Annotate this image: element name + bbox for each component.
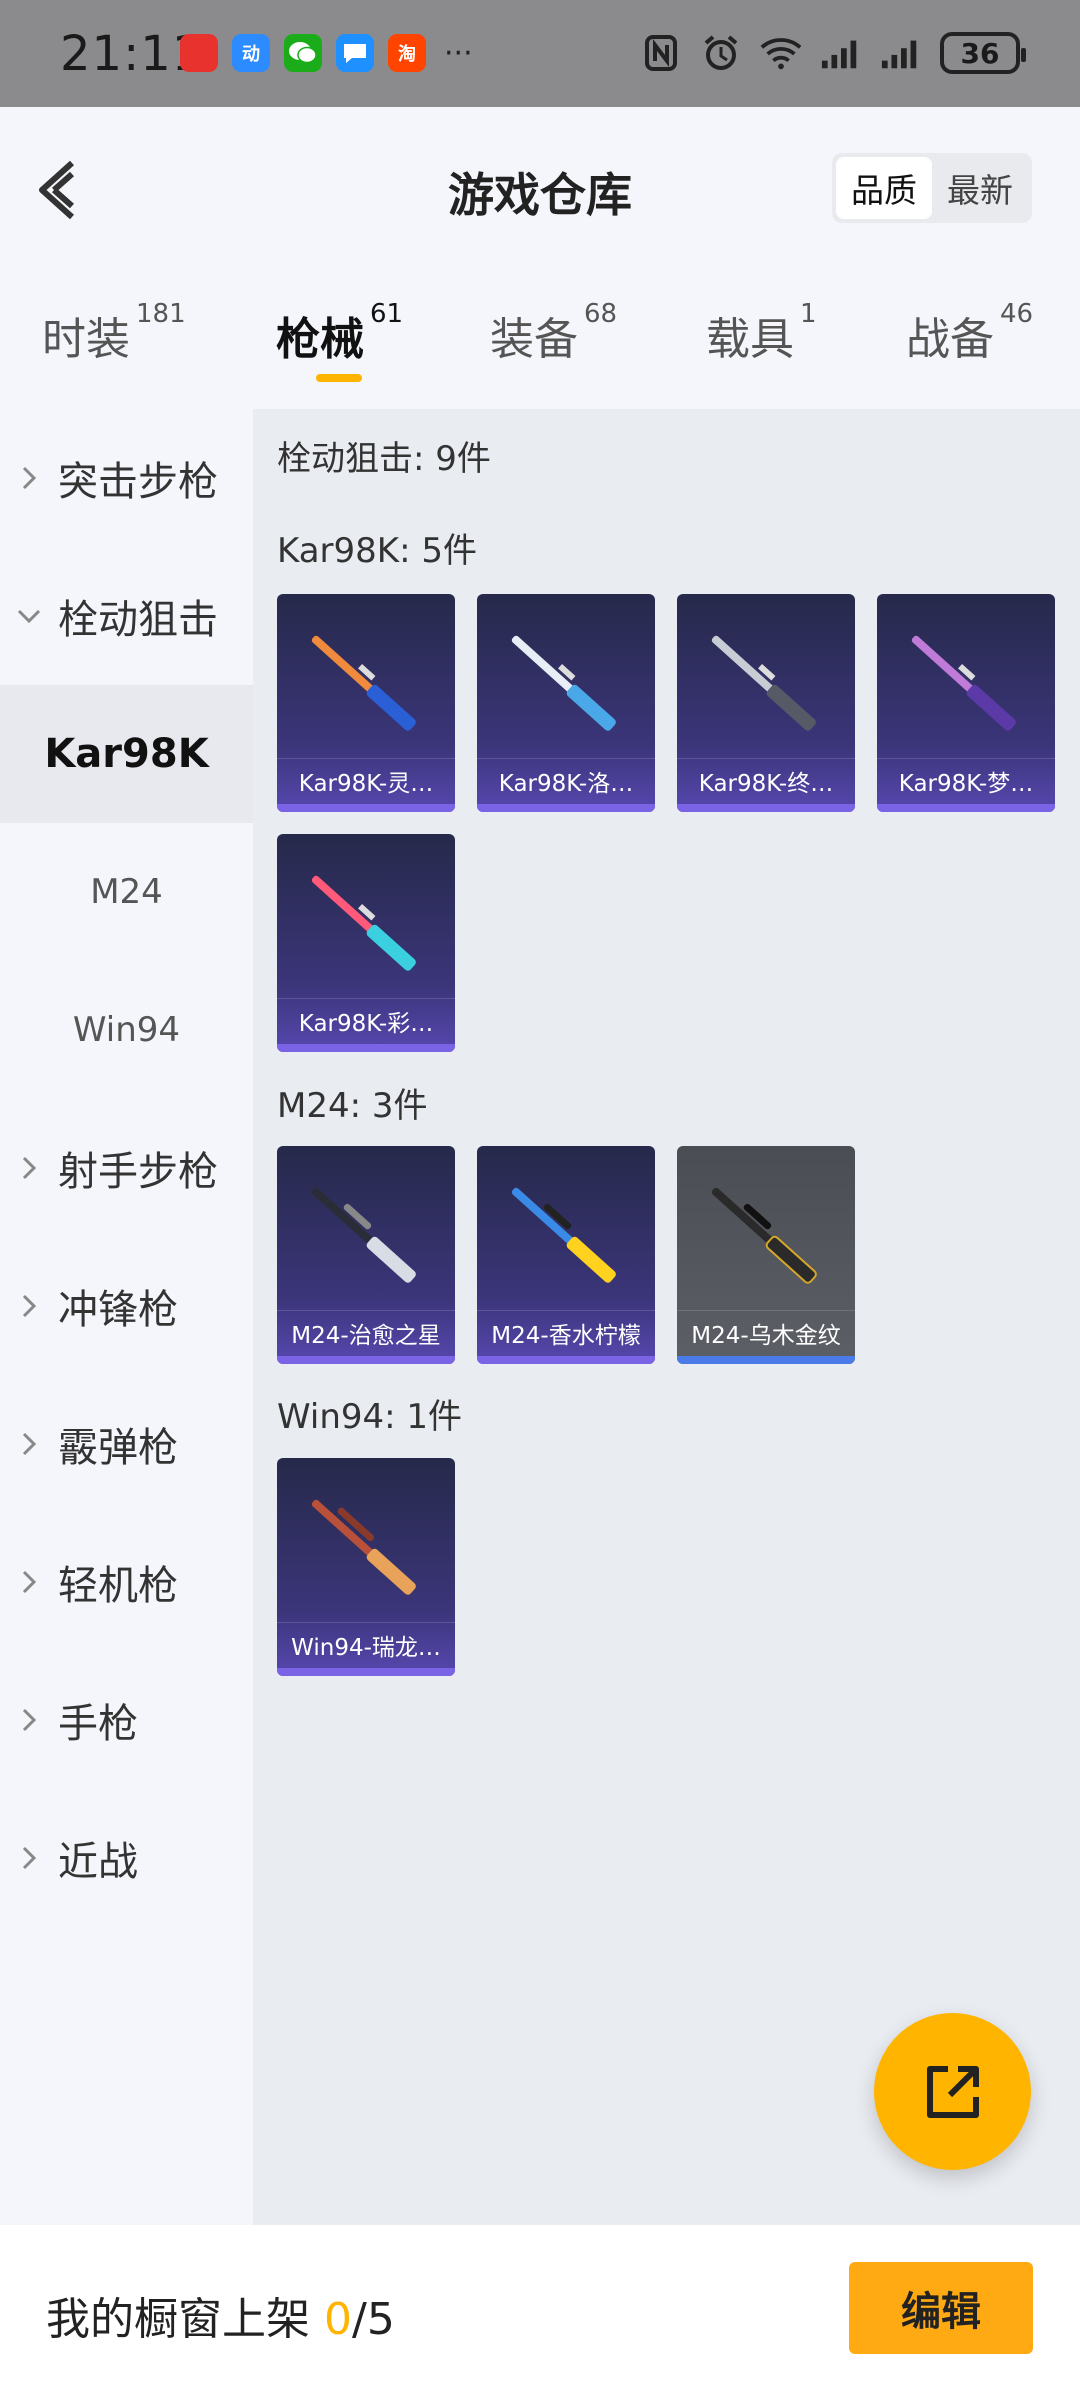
chevron-left-icon: [39, 160, 75, 220]
back-button[interactable]: [30, 155, 90, 225]
rarity-bar: [277, 1356, 455, 1364]
sidebar-item-smg[interactable]: 冲锋枪: [0, 1237, 253, 1375]
rarity-bar: [677, 1356, 855, 1364]
sidebar-item-lmg[interactable]: 轻机枪: [0, 1513, 253, 1651]
bottom-bar: 我的橱窗上架 0/5 编辑: [0, 2225, 1080, 2387]
item-grid-panel: 栓动狙击: 9件 Kar98K: 5件 Kar98K-灵… Kar98K-洛… …: [253, 409, 1080, 2225]
sidebar-item-shotguns[interactable]: 霰弹枪: [0, 1375, 253, 1513]
chevron-right-icon: [0, 1707, 58, 1733]
alarm-icon: [700, 32, 742, 74]
sort-toggle: 品质 最新: [832, 153, 1032, 223]
tab-vehicles[interactable]: 载具 1: [706, 299, 817, 367]
chevron-right-icon: [0, 1845, 58, 1871]
header: 游戏仓库 品质 最新: [0, 107, 1080, 267]
status-system-icons: 36: [640, 32, 1026, 74]
skin-card[interactable]: Win94-瑞龙…: [277, 1458, 455, 1676]
skin-card[interactable]: M24-香水柠檬: [477, 1146, 655, 1364]
rarity-bar: [677, 804, 855, 812]
skin-card[interactable]: Kar98K-终…: [677, 594, 855, 812]
rifle-icon: [511, 635, 616, 731]
sort-newest-button[interactable]: 最新: [932, 157, 1028, 219]
tab-tactical[interactable]: 战备 46: [906, 299, 1033, 367]
rarity-bar: [277, 1668, 455, 1676]
sidebar: 突击步枪 栓动狙击 Kar98K M24 Win94 射手步枪 冲锋枪 霰弹枪 …: [0, 409, 253, 2225]
rarity-bar: [877, 804, 1055, 812]
chevron-right-icon: [0, 1155, 58, 1181]
game-app-icon: [180, 34, 218, 72]
signal-icon: [820, 32, 862, 74]
skin-card[interactable]: Kar98K-灵…: [277, 594, 455, 812]
chevron-right-icon: [0, 1431, 58, 1457]
rarity-bar: [477, 804, 655, 812]
skin-card[interactable]: Kar98K-洛…: [477, 594, 655, 812]
signal-icon-2: [880, 32, 922, 74]
sidebar-item-pistols[interactable]: 手枪: [0, 1651, 253, 1789]
chevron-right-icon: [0, 1293, 58, 1319]
share-button[interactable]: [874, 2013, 1031, 2170]
sidebar-subitem-m24[interactable]: M24: [0, 823, 253, 961]
sidebar-subitem-kar98k[interactable]: Kar98K: [0, 685, 253, 823]
tab-equipment[interactable]: 装备 68: [490, 299, 617, 367]
app-icon-blue: 动: [232, 34, 270, 72]
chevron-down-icon: [0, 608, 58, 624]
rifle-icon: [711, 635, 816, 731]
rifle-icon: [311, 1499, 416, 1595]
wifi-icon: [760, 32, 802, 74]
nfc-icon: [640, 32, 682, 74]
sidebar-item-assault-rifles[interactable]: 突击步枪: [0, 409, 253, 547]
sort-quality-button[interactable]: 品质: [836, 157, 932, 219]
group-title-m24: M24: 3件: [277, 1086, 428, 1126]
showcase-count: 0: [324, 2294, 352, 2345]
sidebar-item-melee[interactable]: 近战: [0, 1789, 253, 1927]
wechat-icon: [284, 34, 322, 72]
skin-card[interactable]: Kar98K-彩…: [277, 834, 455, 1052]
showcase-status: 我的橱窗上架 0/5: [46, 2294, 395, 2345]
rarity-bar: [477, 1356, 655, 1364]
category-summary: 栓动狙击: 9件: [277, 439, 491, 479]
skin-card[interactable]: Kar98K-梦…: [877, 594, 1055, 812]
rarity-bar: [277, 804, 455, 812]
taobao-icon: 淘: [388, 34, 426, 72]
status-bar: 21:11 动 淘 ··· 36: [0, 0, 1080, 107]
skin-card[interactable]: M24-治愈之星: [277, 1146, 455, 1364]
rifle-icon: [511, 1187, 616, 1283]
share-external-icon: [926, 2065, 979, 2118]
battery-indicator: 36: [940, 32, 1026, 74]
rarity-bar: [277, 1044, 455, 1052]
group-title-win94: Win94: 1件: [277, 1397, 463, 1437]
rifle-icon: [911, 635, 1016, 731]
tab-fashion[interactable]: 时装 181: [42, 299, 186, 367]
active-tab-indicator: [316, 374, 362, 382]
rifle-icon: [711, 1187, 817, 1284]
chevron-right-icon: [0, 465, 58, 491]
sidebar-item-marksman-rifles[interactable]: 射手步枪: [0, 1099, 253, 1237]
sidebar-subitem-win94[interactable]: Win94: [0, 961, 253, 1099]
chevron-right-icon: [0, 1569, 58, 1595]
more-notifications-icon: ···: [444, 35, 473, 71]
rifle-icon: [311, 875, 416, 971]
rifle-icon: [311, 635, 416, 731]
category-tabs: 时装 181 枪械 61 装备 68 载具 1 战备 46: [0, 267, 1080, 409]
tab-firearms[interactable]: 枪械 61: [276, 299, 403, 367]
group-title-kar98k: Kar98K: 5件: [277, 531, 477, 571]
sidebar-item-bolt-action[interactable]: 栓动狙击: [0, 547, 253, 685]
message-icon: [336, 34, 374, 72]
status-app-icons: 动 淘 ···: [180, 34, 473, 72]
edit-button[interactable]: 编辑: [849, 2262, 1033, 2354]
rifle-icon: [311, 1187, 416, 1283]
skin-card[interactable]: M24-乌木金纹: [677, 1146, 855, 1364]
